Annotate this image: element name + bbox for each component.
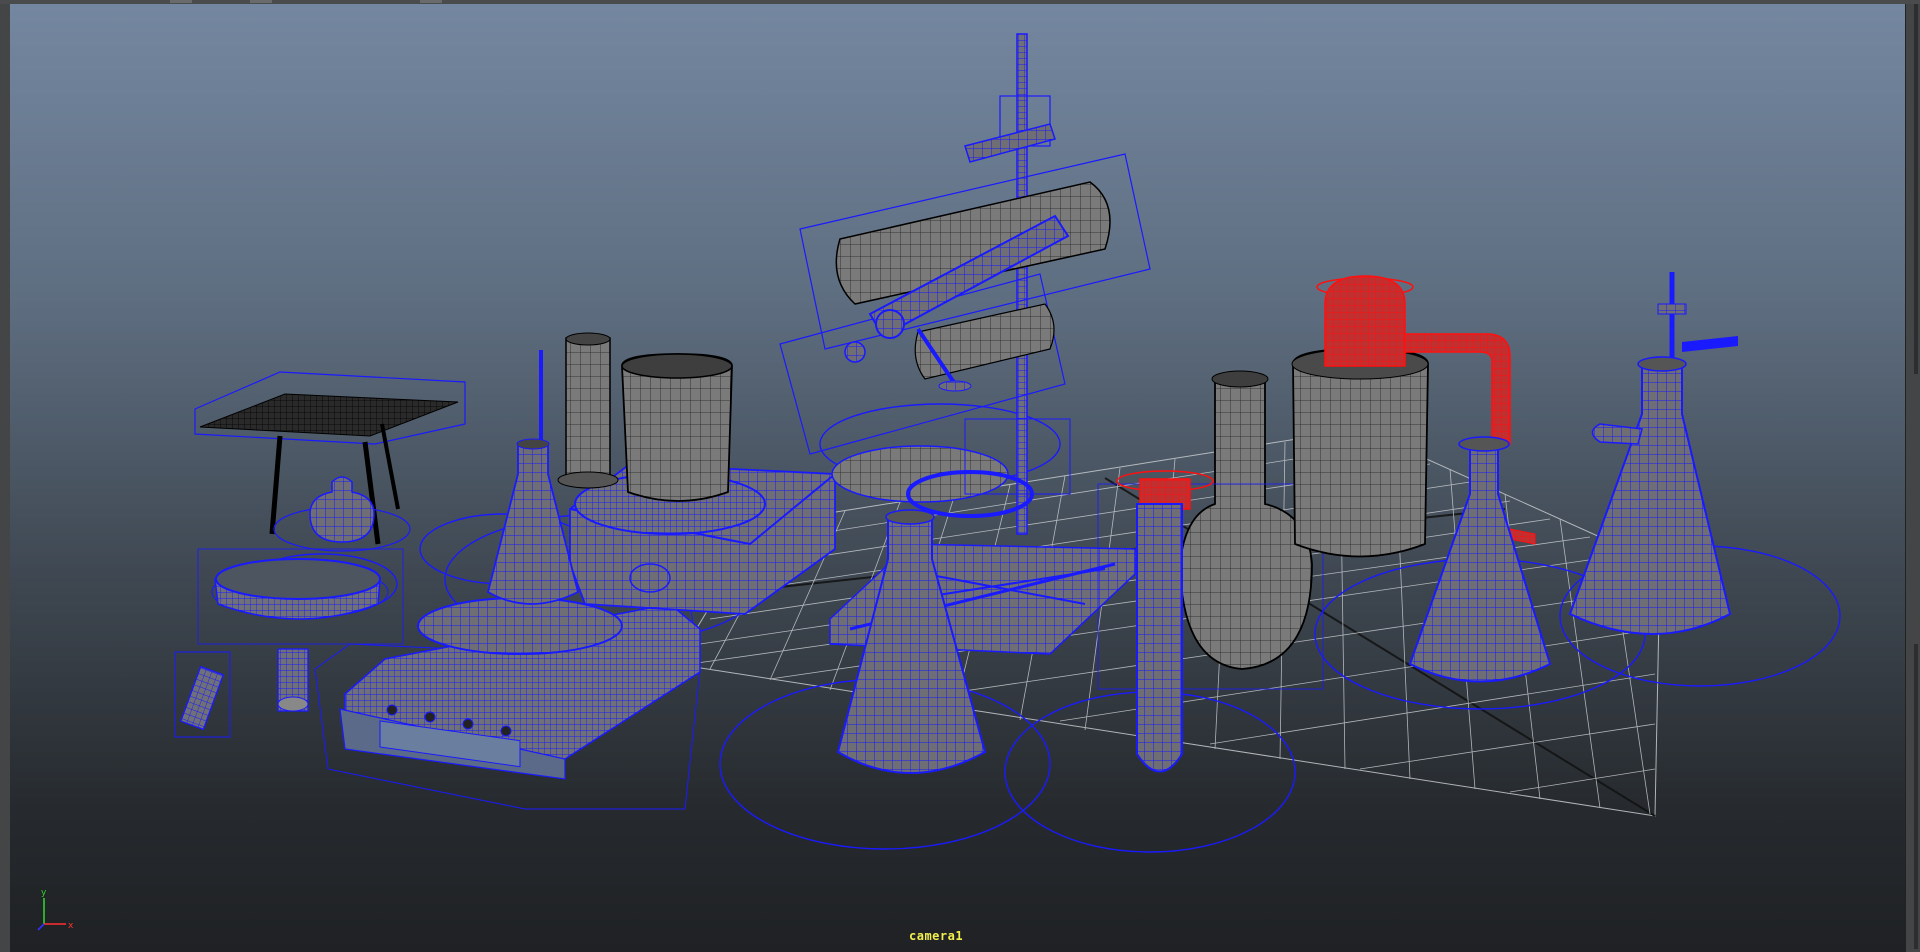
graduated-cylinder[interactable] xyxy=(557,332,619,489)
alcohol-lamp[interactable] xyxy=(273,476,411,552)
scrollbar-track[interactable] xyxy=(1914,4,1918,374)
toolbar-tab[interactable] xyxy=(420,0,442,3)
round-bottom-flask[interactable] xyxy=(1097,370,1324,690)
toolbar-tab[interactable] xyxy=(170,0,192,3)
filter-flask[interactable] xyxy=(1568,272,1738,635)
gas-cylinder[interactable] xyxy=(1291,348,1429,558)
maya-app-window: y x camera1 xyxy=(0,0,1920,952)
toolbar-tab[interactable] xyxy=(250,0,272,3)
small-vials[interactable] xyxy=(174,648,309,738)
condenser[interactable] xyxy=(779,153,1151,455)
axis-y-label: y xyxy=(41,888,47,898)
electronic-balance[interactable] xyxy=(314,585,701,810)
perspective-viewport[interactable]: y x camera1 xyxy=(10,4,1906,952)
axis-x-label: x xyxy=(68,921,74,931)
scene-canvas[interactable] xyxy=(10,4,1906,952)
axis-gizmo: y x xyxy=(37,888,74,931)
right-panel-edge xyxy=(1905,4,1920,952)
camera-name-label: camera1 xyxy=(909,929,964,943)
evaporating-dish[interactable] xyxy=(197,548,404,645)
scrollbar-track[interactable] xyxy=(1914,644,1918,949)
beaker[interactable] xyxy=(621,353,733,502)
